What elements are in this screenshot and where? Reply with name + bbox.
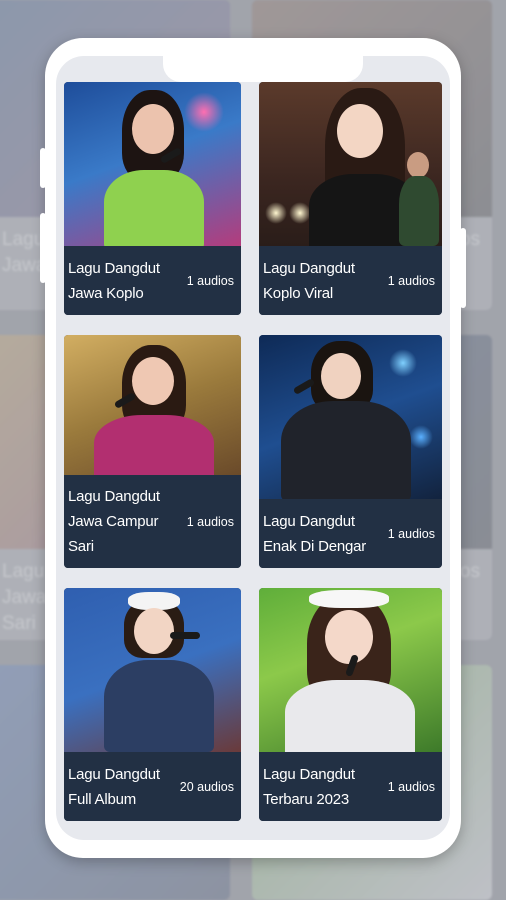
album-title: Lagu Dangdut Jawa Koplo xyxy=(68,259,160,302)
album-info: Lagu Dangdut Koplo Viral 1 audios xyxy=(259,246,442,315)
album-cover-image xyxy=(259,82,442,254)
album-cover-image xyxy=(259,588,442,760)
album-info: Lagu Dangdut Enak Di Dengar 1 audios xyxy=(259,499,442,568)
album-info: Lagu Dangdut Jawa Koplo 1 audios xyxy=(64,246,241,315)
album-card[interactable]: Lagu Dangdut Full Album 20 audios xyxy=(64,588,241,821)
album-title: Lagu Dangdut Koplo Viral xyxy=(263,259,355,302)
album-cover-image xyxy=(259,335,442,501)
album-cover-image xyxy=(64,588,241,752)
album-title: Lagu Dangdut Jawa Campur Sari xyxy=(68,488,160,555)
album-cover-image xyxy=(64,82,241,250)
album-card[interactable]: Lagu Dangdut Terbaru 2023 1 audios xyxy=(259,588,442,821)
album-card[interactable]: Lagu Dangdut Jawa Campur Sari 1 audios xyxy=(64,335,241,568)
album-audio-count: 1 audios xyxy=(387,273,435,288)
phone-screen: Lagu Dangdut Jawa Koplo 1 audios Lagu Da… xyxy=(56,56,450,840)
album-info: Lagu Dangdut Full Album 20 audios xyxy=(64,752,241,821)
album-info: Lagu Dangdut Terbaru 2023 1 audios xyxy=(259,752,442,821)
phone-side-button xyxy=(40,148,46,188)
album-audio-count: 1 audios xyxy=(387,526,435,541)
album-card[interactable]: Lagu Dangdut Enak Di Dengar 1 audios xyxy=(259,335,442,568)
album-title: Lagu Dangdut Full Album xyxy=(68,765,160,808)
album-card[interactable]: Lagu Dangdut Jawa Koplo 1 audios xyxy=(64,82,241,315)
album-card[interactable]: Lagu Dangdut Koplo Viral 1 audios xyxy=(259,82,442,315)
album-cover-image xyxy=(64,335,241,485)
phone-side-button xyxy=(40,213,46,283)
album-audio-count: 1 audios xyxy=(387,779,435,794)
album-grid: Lagu Dangdut Jawa Koplo 1 audios Lagu Da… xyxy=(64,82,442,821)
album-title: Lagu Dangdut Enak Di Dengar xyxy=(263,512,367,555)
album-title: Lagu Dangdut Terbaru 2023 xyxy=(263,765,355,808)
album-audio-count: 1 audios xyxy=(186,273,234,288)
phone-frame: Lagu Dangdut Jawa Koplo 1 audios Lagu Da… xyxy=(40,38,466,858)
album-info: Lagu Dangdut Jawa Campur Sari 1 audios xyxy=(64,475,241,568)
phone-notch xyxy=(163,56,363,82)
album-audio-count: 20 audios xyxy=(179,779,234,794)
phone-side-button xyxy=(460,228,466,308)
album-audio-count: 1 audios xyxy=(186,514,234,529)
